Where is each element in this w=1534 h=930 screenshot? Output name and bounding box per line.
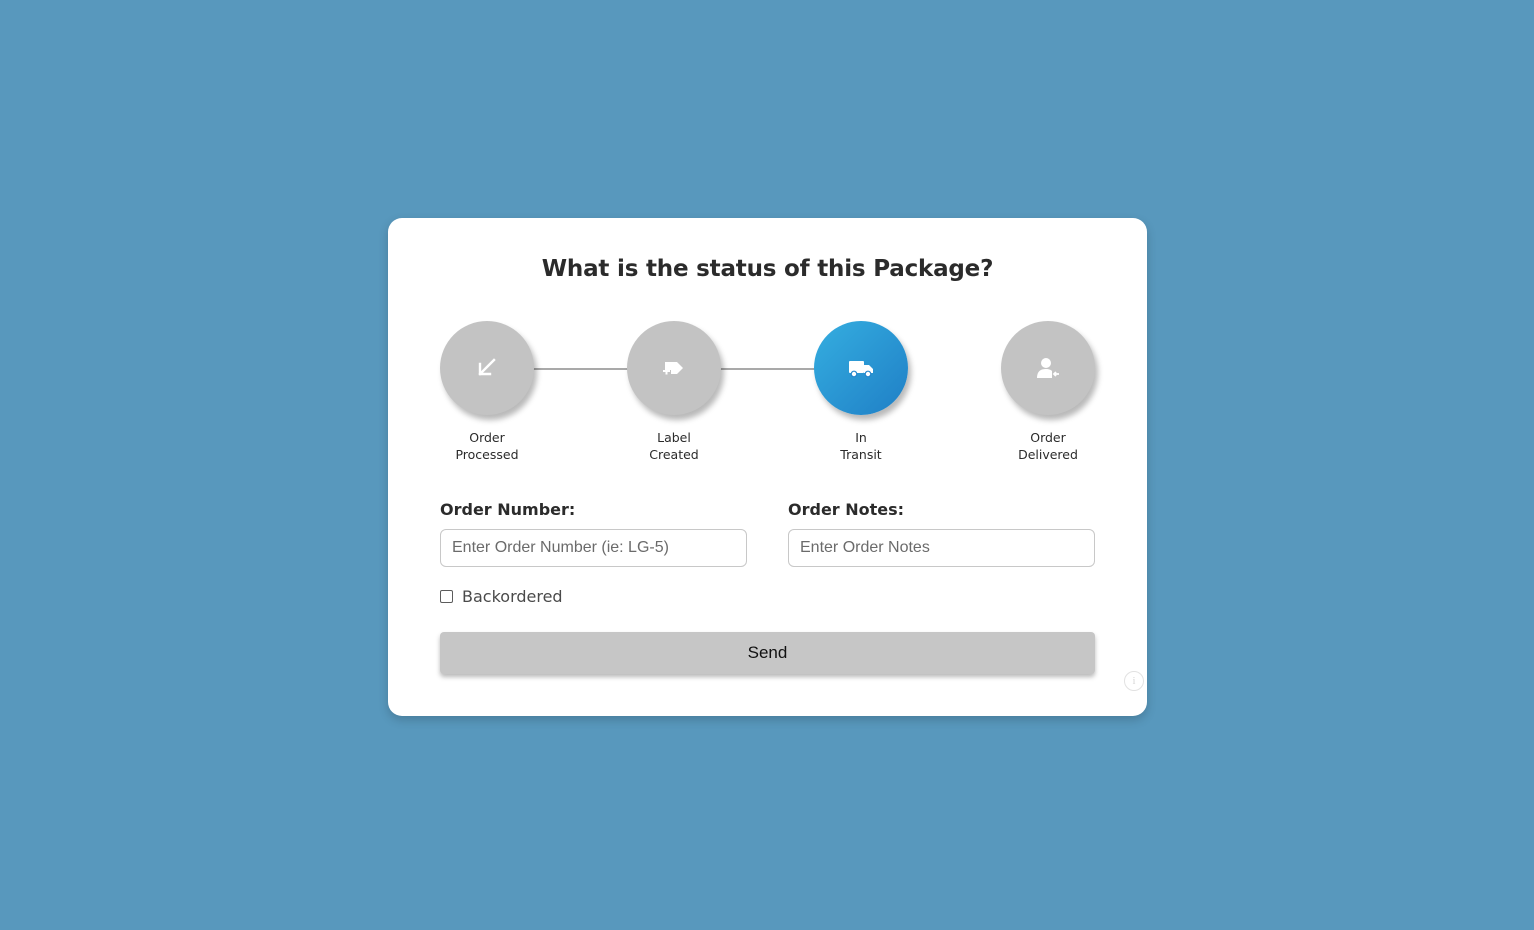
info-icon[interactable]: i: [1124, 671, 1144, 691]
step-label-line2: Created: [649, 447, 699, 462]
step-label-label-created: Label Created: [619, 429, 729, 463]
send-button[interactable]: Send: [440, 632, 1095, 674]
step-circle-in-transit[interactable]: [814, 321, 908, 415]
step-label-in-transit: In Transit: [806, 429, 916, 463]
order-notes-label: Order Notes:: [788, 500, 905, 519]
step-order-processed[interactable]: Order Processed: [432, 321, 542, 463]
card-title: What is the status of this Package?: [541, 256, 994, 282]
step-circle-order-processed[interactable]: [440, 321, 534, 415]
step-label-line2: Transit: [840, 447, 882, 462]
step-label-line1: Order: [1030, 430, 1066, 445]
step-label-line2: Delivered: [1018, 447, 1078, 462]
package-status-card: What is the status of this Package? Orde…: [388, 218, 1147, 716]
step-order-delivered[interactable]: Order Delivered: [993, 321, 1103, 463]
step-in-transit[interactable]: In Transit: [806, 321, 916, 463]
step-label-order-processed: Order Processed: [432, 429, 542, 463]
step-circle-label-created[interactable]: [627, 321, 721, 415]
backordered-checkbox[interactable]: [440, 590, 453, 603]
step-connector-1: [533, 368, 629, 370]
arrow-down-left-icon: [478, 358, 496, 376]
truck-icon: [849, 361, 873, 378]
backordered-row[interactable]: Backordered: [440, 587, 563, 606]
step-circle-order-delivered[interactable]: [1001, 321, 1095, 415]
order-notes-input[interactable]: [788, 529, 1095, 567]
order-number-label: Order Number:: [440, 500, 576, 519]
step-label-order-delivered: Order Delivered: [993, 429, 1103, 463]
step-label-created[interactable]: Label Created: [619, 321, 729, 463]
backordered-label[interactable]: Backordered: [462, 587, 563, 606]
step-label-line2: Processed: [455, 447, 519, 462]
order-number-input[interactable]: [440, 529, 747, 567]
step-label-line1: Order: [469, 430, 505, 445]
label-tag-icon: [663, 362, 683, 375]
step-label-line1: In: [855, 430, 867, 445]
step-connector-2: [720, 368, 816, 370]
user-delivered-icon: [1037, 358, 1059, 378]
step-label-line1: Label: [657, 430, 691, 445]
